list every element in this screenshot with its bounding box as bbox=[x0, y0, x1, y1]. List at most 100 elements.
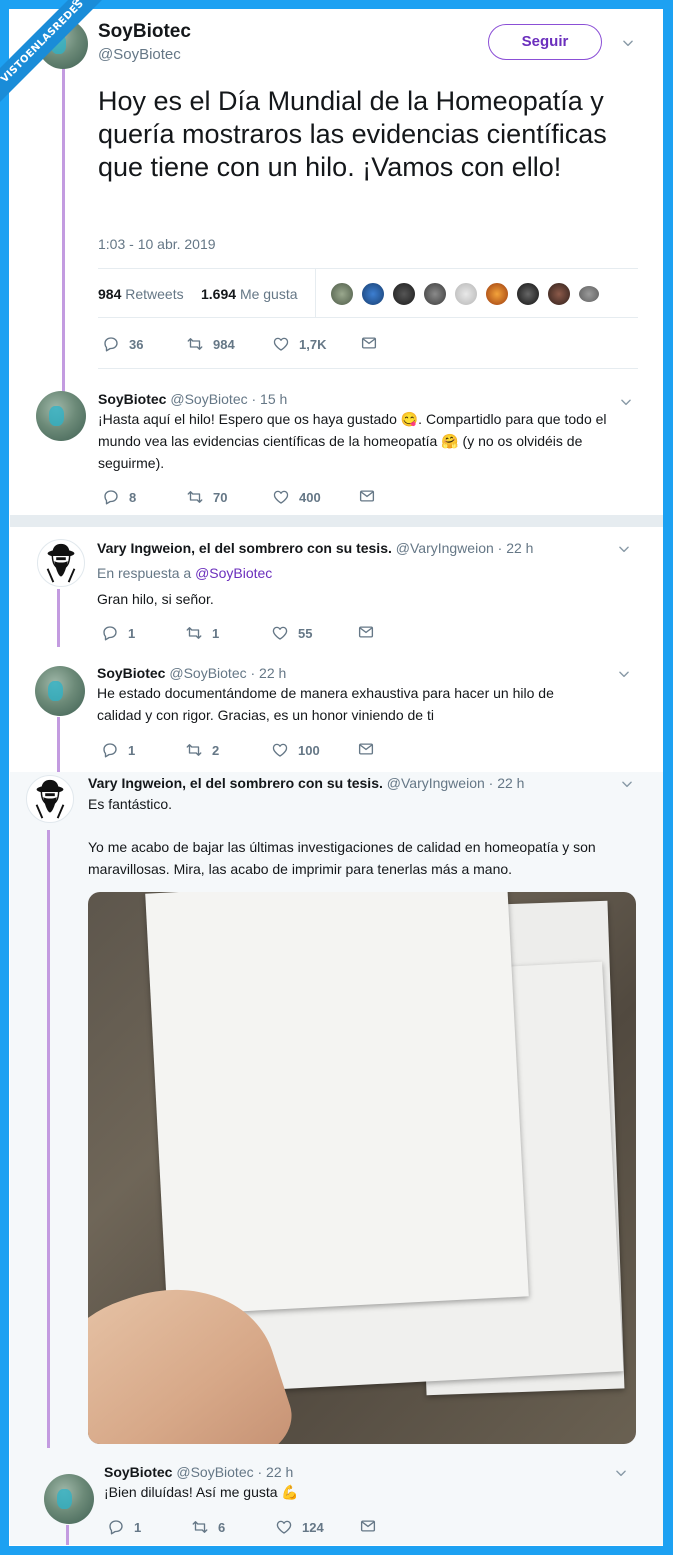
likes-stat[interactable]: 1.694 Me gusta bbox=[201, 286, 298, 302]
chevron-down-icon[interactable] bbox=[614, 1466, 628, 1480]
retweet-icon bbox=[185, 624, 203, 642]
avatar[interactable] bbox=[37, 539, 85, 587]
message-icon bbox=[359, 1517, 377, 1535]
like-icon bbox=[272, 488, 290, 506]
reply-to-link[interactable]: @SoyBiotec bbox=[195, 565, 272, 581]
like-icon bbox=[272, 335, 290, 353]
reply-icon bbox=[102, 488, 120, 506]
like-button[interactable]: 1,7K bbox=[272, 334, 326, 354]
tweet-photo[interactable] bbox=[88, 892, 636, 1444]
like-icon bbox=[271, 741, 289, 759]
stats-divider bbox=[315, 269, 316, 318]
avatar[interactable] bbox=[35, 666, 85, 716]
tweet-author[interactable]: Vary Ingweion, el del sombrero con su te… bbox=[97, 540, 533, 556]
thread-line bbox=[57, 717, 60, 772]
tweet-author[interactable]: SoyBiotec @SoyBiotec · 22 h bbox=[97, 665, 286, 681]
liker-avatar[interactable] bbox=[484, 281, 510, 307]
reply-icon bbox=[101, 624, 119, 642]
tweet-actions: 1 6 124 bbox=[107, 1517, 607, 1537]
main-tweet-section: SoyBiotec @SoyBiotec Seguir Hoy es el Dí… bbox=[10, 10, 663, 515]
tweet-timestamp[interactable]: 1:03 - 10 abr. 2019 bbox=[98, 236, 216, 252]
tweet-text: Yo me acabo de bajar las últimas investi… bbox=[88, 839, 596, 877]
chevron-down-icon[interactable] bbox=[621, 36, 635, 50]
retweet-icon bbox=[185, 741, 203, 759]
like-button[interactable]: 100 bbox=[271, 740, 320, 760]
liker-avatar[interactable] bbox=[360, 281, 386, 307]
reply-button[interactable]: 8 bbox=[102, 487, 136, 507]
liker-avatar[interactable] bbox=[515, 281, 541, 307]
message-button[interactable] bbox=[357, 623, 375, 646]
tweet-author[interactable]: Vary Ingweion, el del sombrero con su te… bbox=[88, 775, 524, 791]
tweet-stats: 984 Retweets 1.694 Me gusta bbox=[98, 268, 638, 318]
like-icon bbox=[271, 624, 289, 642]
reply-button[interactable]: 36 bbox=[102, 334, 143, 354]
hat-avatar-icon bbox=[27, 776, 73, 822]
chevron-down-icon[interactable] bbox=[617, 542, 631, 556]
tweet-actions: 1 2 100 bbox=[101, 740, 601, 760]
reply-button[interactable]: 1 bbox=[101, 740, 135, 760]
tweet-author[interactable]: SoyBiotec @SoyBiotec · 22 h bbox=[104, 1464, 293, 1480]
liker-avatar[interactable] bbox=[453, 281, 479, 307]
retweet-button[interactable]: 6 bbox=[191, 1517, 225, 1537]
reply-button[interactable]: 1 bbox=[101, 623, 135, 643]
retweet-icon bbox=[191, 1518, 209, 1536]
reply-context: En respuesta a @SoyBiotec bbox=[97, 565, 273, 581]
follow-button[interactable]: Seguir bbox=[488, 24, 602, 60]
tweet-text: ¡Bien diluídas! Así me gusta 💪 bbox=[104, 1484, 299, 1500]
retweet-button[interactable]: 70 bbox=[186, 487, 227, 507]
avatar[interactable] bbox=[44, 1474, 94, 1524]
tweet-author[interactable]: SoyBiotec @SoyBiotec · 15 h bbox=[98, 391, 287, 407]
tweet-text: Gran hilo, si señor. bbox=[97, 591, 214, 607]
liker-avatar[interactable] bbox=[391, 281, 417, 307]
like-button[interactable]: 124 bbox=[275, 1517, 324, 1537]
chevron-down-icon[interactable] bbox=[620, 777, 634, 791]
reply-icon bbox=[102, 335, 120, 353]
message-button[interactable] bbox=[359, 1517, 377, 1540]
retweet-icon bbox=[186, 335, 204, 353]
tweet-actions: 8 70 400 bbox=[102, 487, 602, 507]
message-icon bbox=[360, 334, 378, 352]
tweet-text: Hoy es el Día Mundial de la Homeopatía y… bbox=[98, 86, 607, 182]
thread-line bbox=[57, 589, 60, 647]
retweet-button[interactable]: 984 bbox=[186, 334, 235, 354]
like-icon bbox=[275, 1518, 293, 1536]
like-button[interactable]: 400 bbox=[272, 487, 321, 507]
author-name[interactable]: SoyBiotec bbox=[98, 21, 191, 43]
reply-icon bbox=[101, 741, 119, 759]
like-button[interactable]: 55 bbox=[271, 623, 312, 643]
message-icon bbox=[357, 623, 375, 641]
paper-sheet bbox=[145, 892, 529, 1316]
message-button[interactable] bbox=[360, 334, 378, 357]
retweet-button[interactable]: 2 bbox=[185, 740, 219, 760]
avatar[interactable] bbox=[26, 775, 74, 823]
avatar[interactable] bbox=[36, 391, 86, 441]
section-gap bbox=[10, 515, 663, 527]
reply-section: Vary Ingweion, el del sombrero con su te… bbox=[10, 527, 663, 772]
retweet-icon bbox=[186, 488, 204, 506]
liker-avatar[interactable] bbox=[422, 281, 448, 307]
author-handle[interactable]: @SoyBiotec bbox=[98, 46, 181, 63]
tweet-actions: 1 1 55 bbox=[101, 623, 601, 643]
tweet-actions: 36 984 1,7K bbox=[102, 334, 602, 354]
message-icon bbox=[358, 487, 376, 505]
chevron-down-icon[interactable] bbox=[617, 667, 631, 681]
thread-line bbox=[66, 1525, 69, 1545]
hat-avatar-icon bbox=[38, 540, 84, 586]
chevron-down-icon[interactable] bbox=[619, 395, 633, 409]
message-button[interactable] bbox=[357, 740, 375, 763]
tweet-text: ¡Hasta aquí el hilo! Espero que os haya … bbox=[98, 411, 607, 471]
liker-avatar[interactable] bbox=[546, 281, 572, 307]
message-button[interactable] bbox=[358, 487, 376, 510]
message-icon bbox=[357, 740, 375, 758]
liker-avatar[interactable] bbox=[579, 286, 599, 302]
retweet-button[interactable]: 1 bbox=[185, 623, 219, 643]
thread-line bbox=[47, 830, 50, 1448]
tweet-text: Es fantástico. bbox=[88, 796, 173, 812]
reply-button[interactable]: 1 bbox=[107, 1517, 141, 1537]
divider bbox=[98, 368, 638, 369]
reply-icon bbox=[107, 1518, 125, 1536]
liker-avatar[interactable] bbox=[329, 281, 355, 307]
tweet-text: He estado documentándome de manera exhau… bbox=[97, 685, 554, 723]
thread-line bbox=[62, 68, 65, 398]
retweets-stat[interactable]: 984 Retweets bbox=[98, 286, 184, 302]
